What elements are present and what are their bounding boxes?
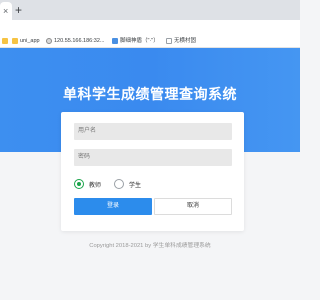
password-input[interactable] (74, 149, 232, 166)
address-bar[interactable] (0, 20, 300, 34)
role-radio-student[interactable]: 学生 (114, 178, 141, 190)
bookmark-label: 无横村固 (174, 38, 197, 44)
cancel-button[interactable]: 取消 (154, 198, 232, 215)
username-input[interactable] (74, 123, 232, 140)
copyright-footer: Copyright 2018-2021 by 学生单科成绩管理系统 (89, 243, 211, 249)
browser-tab[interactable]: × (0, 2, 12, 20)
role-label: 学生 (129, 182, 142, 189)
radio-unchecked-icon (114, 179, 124, 189)
globe-icon (46, 37, 52, 44)
login-card: 教师 学生 登录 取消 (61, 112, 244, 231)
browser-tab-strip: × + (0, 0, 300, 20)
bookmarks-bar: uni_app 120.55.166.186:32... 脚细神盾（"·"） 无… (0, 34, 300, 48)
folder-icon (2, 37, 8, 44)
bookmark-ip-address[interactable]: 120.55.166.186:32... (46, 36, 104, 46)
bookmark-label: 120.55.166.186:32... (54, 38, 105, 44)
new-tab-icon[interactable]: + (15, 4, 22, 16)
bookmark-village[interactable]: 无横村固 (166, 36, 196, 46)
bookmark-uni-app[interactable]: uni_app (12, 36, 40, 46)
bookmark-label: uni_app (20, 38, 40, 44)
bookmark-label: 脚细神盾（"·"） (120, 38, 159, 44)
page-title: 单科学生成绩管理查询系统 (63, 86, 237, 102)
folder-icon (12, 37, 18, 44)
radio-checked-icon (74, 179, 84, 189)
bookmark-shield[interactable]: 脚细神盾（"·"） (112, 36, 159, 46)
role-radio-teacher[interactable]: 教师 (74, 178, 101, 190)
login-button[interactable]: 登录 (74, 198, 152, 215)
role-label: 教师 (89, 182, 102, 189)
file-icon (166, 37, 172, 44)
bookmark-item[interactable] (2, 36, 10, 46)
close-tab-icon[interactable]: × (3, 6, 8, 16)
app-icon (112, 37, 118, 44)
